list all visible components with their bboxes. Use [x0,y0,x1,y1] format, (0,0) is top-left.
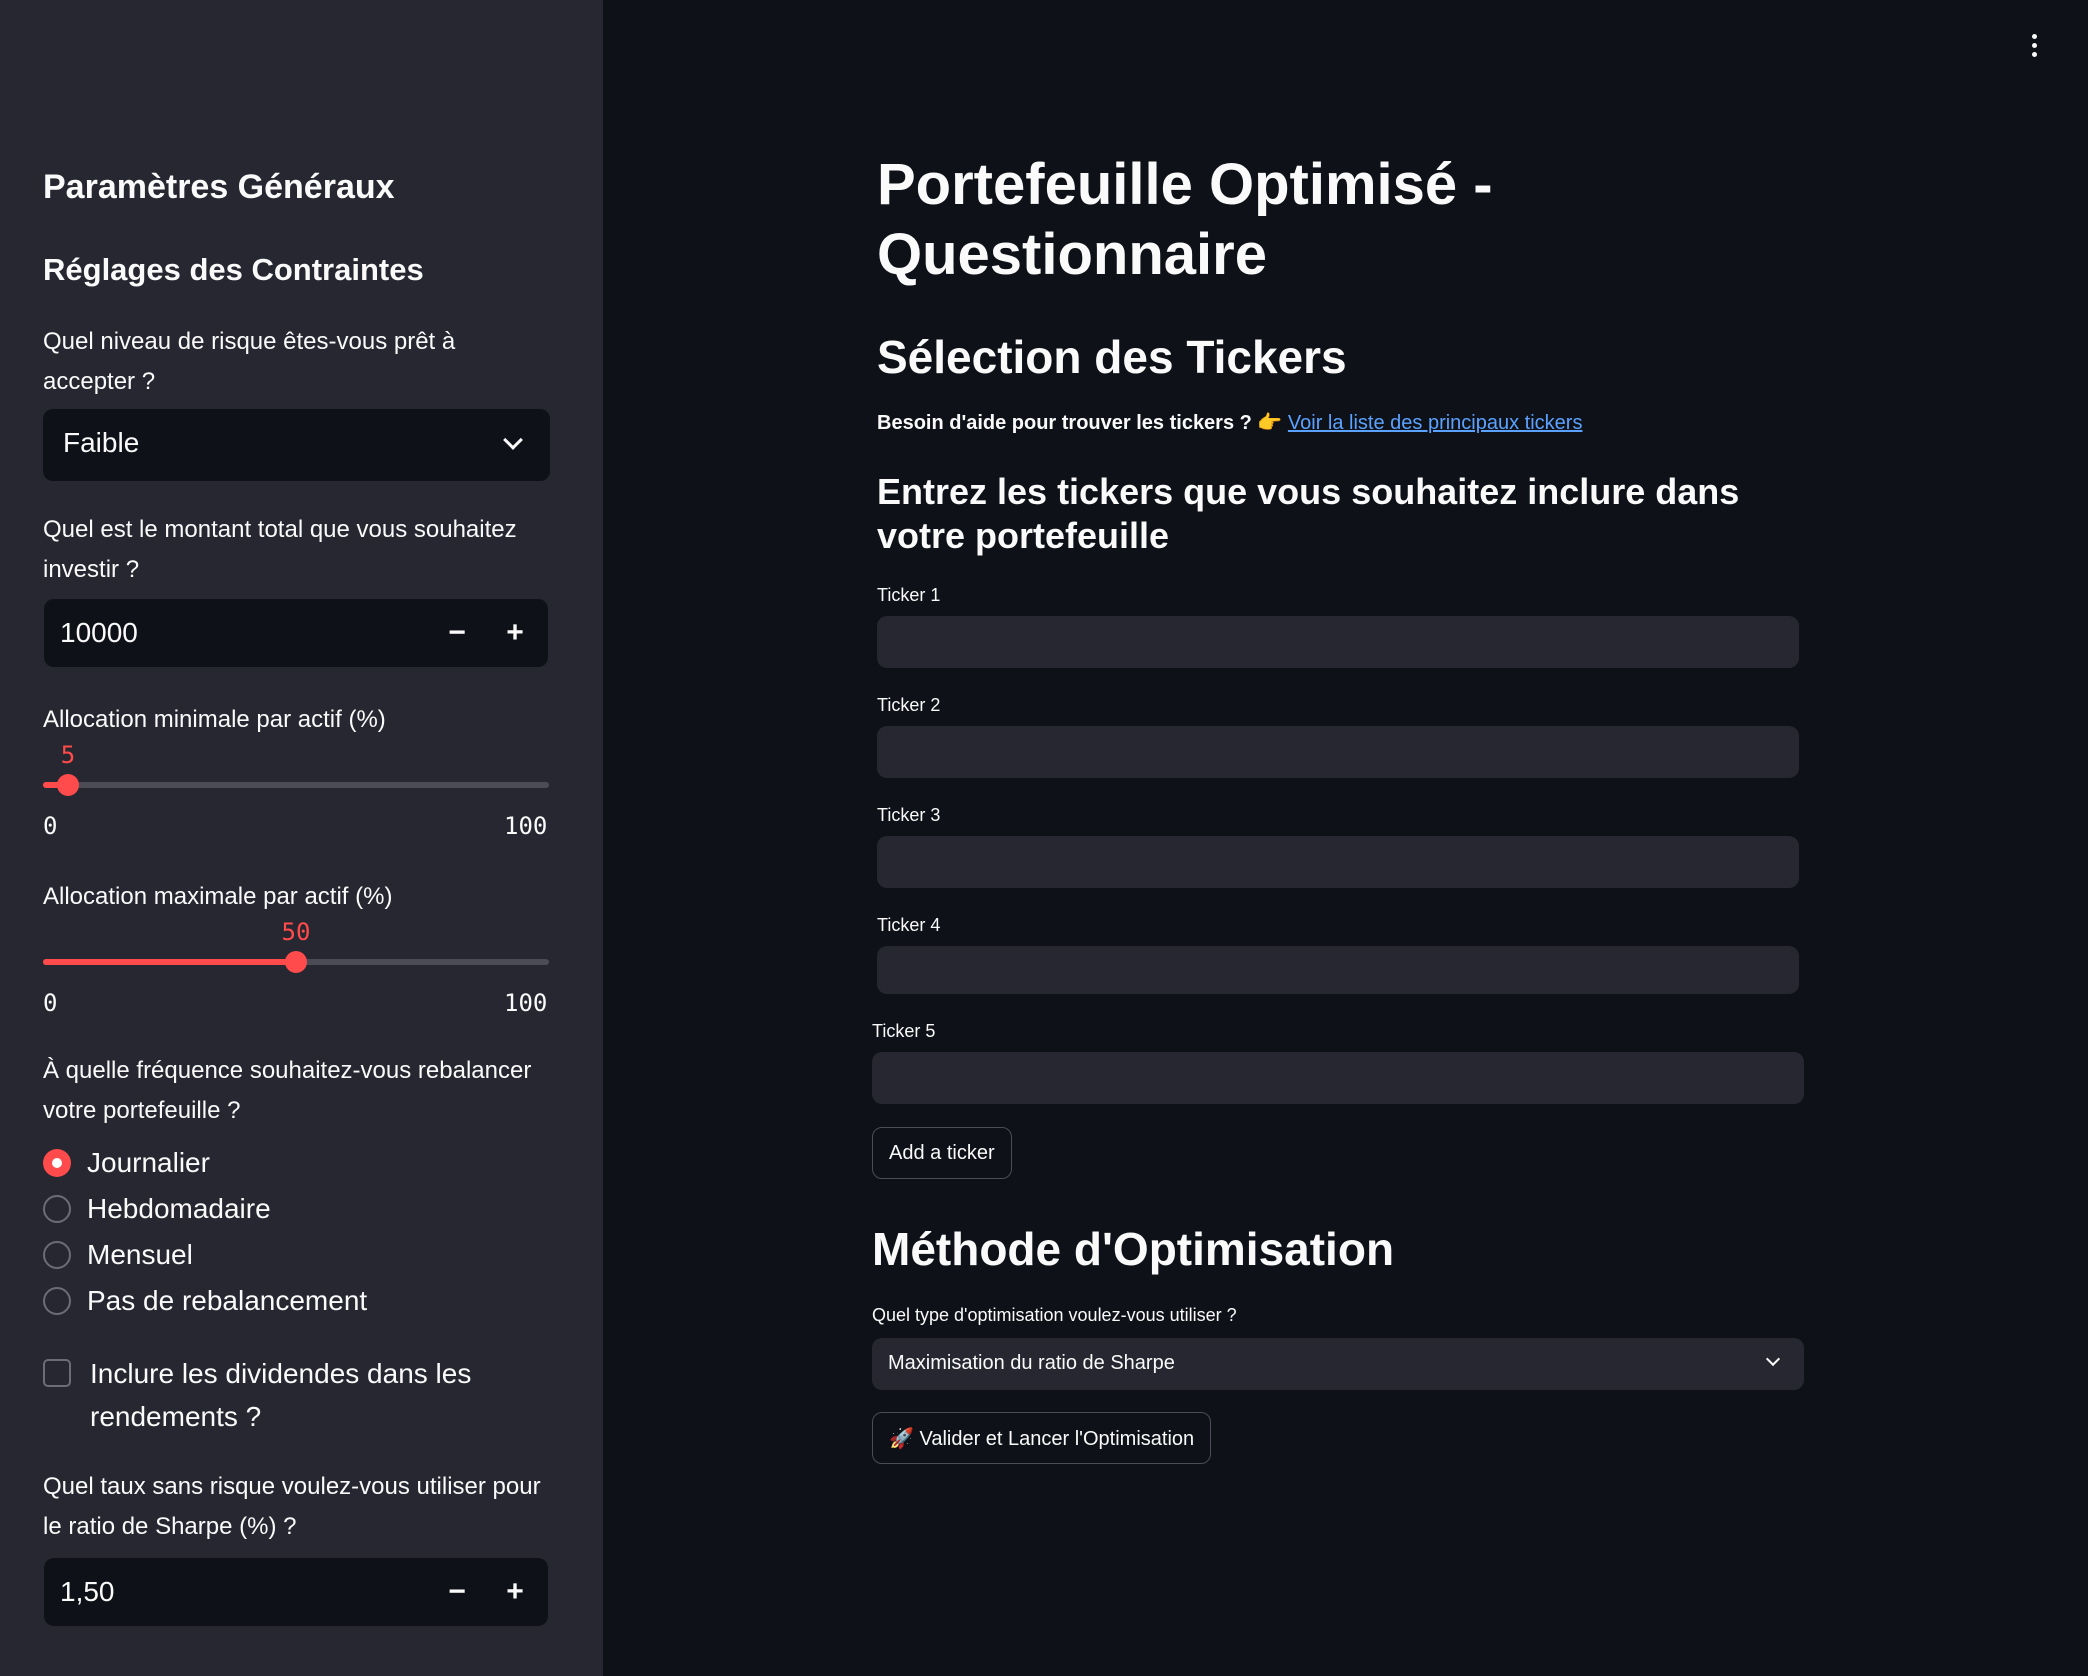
ticker-2-input[interactable] [877,726,1799,778]
radio-option-journalier[interactable]: Journalier [43,1143,210,1183]
enter-tickers-header: Entrez les tickers que vous souhaitez in… [877,471,1740,556]
ticker-1-label: Ticker 1 [877,585,941,605]
launch-optimization-button[interactable]: 🚀 Valider et Lancer l'Optimisation [872,1412,1212,1464]
riskfree-label: Quel taux sans risque voulez-vous utilis… [43,1473,541,1540]
help-text: Besoin d'aide pour trouver les tickers ?… [877,410,1582,435]
method-header: Méthode d'Optimisation [872,1223,1395,1275]
ticker-1-input[interactable] [877,616,1799,668]
risk-select[interactable]: Faible [43,409,550,481]
max-alloc-slider-thumb[interactable] [285,951,307,973]
amount-increment-button[interactable]: + [490,609,540,657]
tickers-list-link[interactable]: Voir la liste des principaux tickers [1288,412,1583,434]
riskfree-increment-button[interactable]: + [490,1568,540,1616]
radio-option-mensuel[interactable]: Mensuel [43,1235,193,1275]
radio-option-pas-de-rebalancement[interactable]: Pas de rebalancement [43,1281,367,1321]
tickers-header: Sélection des Tickers [877,331,1347,383]
radio-checked-icon[interactable] [43,1149,71,1177]
add-ticker-button[interactable]: Add a ticker [872,1127,1012,1179]
riskfree-value[interactable]: 1,50 [60,1576,115,1608]
radio-label: Hebdomadaire [87,1193,271,1224]
radio-label: Mensuel [87,1239,193,1270]
dividends-checkbox[interactable] [43,1359,71,1387]
sidebar: Paramètres Généraux Réglages des Contrai… [0,0,603,1676]
amount-number-input[interactable]: 10000 − + [44,599,548,667]
ticker-5-input[interactable] [872,1052,1804,1104]
method-select-value: Maximisation du ratio de Sharpe [888,1352,1175,1374]
min-alloc-slider-thumb[interactable] [57,774,80,796]
radio-unchecked-icon[interactable] [43,1195,71,1223]
chevron-down-icon [503,430,523,450]
min-alloc-label: Allocation minimale par actif (%) [43,706,386,733]
radio-unchecked-icon[interactable] [43,1287,71,1315]
page-title: Portefeuille Optimisé - Questionnaire [877,152,1493,287]
max-alloc-max: 100 [504,989,548,1017]
method-label: Quel type d'optimisation voulez-vous uti… [872,1305,1237,1325]
riskfree-decrement-button[interactable]: − [432,1568,482,1616]
ticker-3-input[interactable] [877,836,1799,888]
ticker-5-label: Ticker 5 [872,1021,936,1041]
risk-label: Quel niveau de risque êtes-vous prêt à a… [43,328,456,395]
method-select[interactable]: Maximisation du ratio de Sharpe [872,1338,1804,1390]
ticker-4-label: Ticker 4 [877,915,941,935]
amount-value[interactable]: 10000 [60,617,138,649]
sidebar-title: Paramètres Généraux [43,168,395,206]
min-alloc-slider[interactable] [43,774,549,796]
radio-option-hebdomadaire[interactable]: Hebdomadaire [43,1189,271,1229]
main-menu-icon[interactable] [2030,34,2038,61]
risk-select-value: Faible [63,427,140,458]
max-alloc-slider-fill [43,959,296,965]
radio-label: Journalier [87,1147,210,1178]
ticker-2-label: Ticker 2 [877,695,941,715]
chevron-down-icon [1765,1351,1781,1367]
min-alloc-value: 5 [60,741,76,769]
rebalance-label: À quelle fréquence souhaitez-vous rebala… [43,1057,532,1124]
ticker-3-label: Ticker 3 [877,805,941,825]
amount-decrement-button[interactable]: − [432,609,482,657]
max-alloc-label: Allocation maximale par actif (%) [43,883,393,910]
amount-label: Quel est le montant total que vous souha… [43,516,517,583]
dividends-label[interactable]: Inclure les dividendes dans les rendemen… [90,1352,520,1438]
max-alloc-slider[interactable] [43,951,549,973]
ticker-4-input[interactable] [877,946,1799,994]
min-alloc-min: 0 [43,812,58,840]
max-alloc-min: 0 [43,989,58,1017]
max-alloc-value: 50 [281,918,311,946]
riskfree-number-input[interactable]: 1,50 − + [44,1558,548,1626]
radio-label: Pas de rebalancement [87,1285,368,1316]
help-prompt: Besoin d'aide pour trouver les tickers ?… [877,412,1283,434]
sidebar-subtitle: Réglages des Contraintes [43,252,424,287]
min-alloc-max: 100 [504,812,548,840]
radio-unchecked-icon[interactable] [43,1241,71,1269]
